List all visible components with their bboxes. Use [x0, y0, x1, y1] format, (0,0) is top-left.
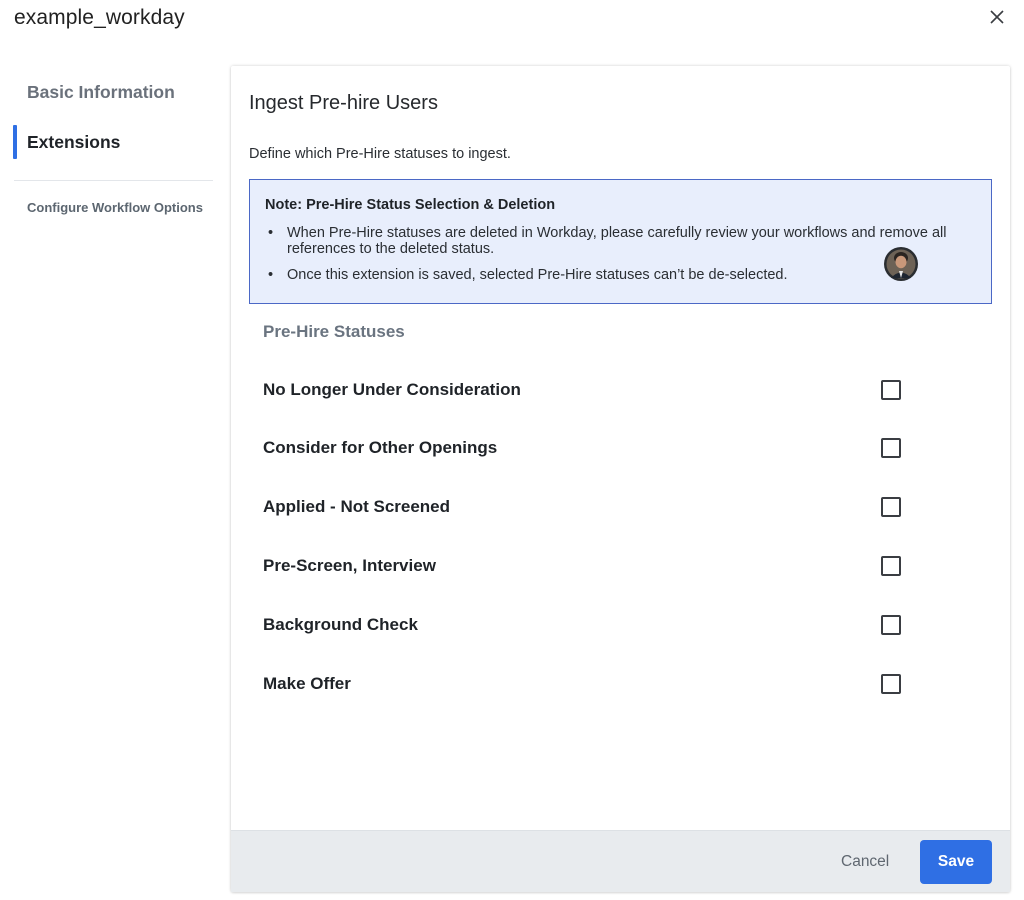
- status-row: Consider for Other Openings: [263, 433, 903, 463]
- panel-footer: Cancel Save: [231, 830, 1010, 892]
- sidebar-item-label: Extensions: [27, 132, 121, 152]
- close-button[interactable]: [984, 4, 1010, 30]
- status-checkbox[interactable]: [881, 497, 901, 517]
- note-list: When Pre-Hire statuses are deleted in Wo…: [265, 225, 955, 283]
- avatar[interactable]: [883, 246, 919, 282]
- status-row: Applied - Not Screened: [263, 492, 903, 522]
- configure-workflow-options-link[interactable]: Configure Workflow Options: [27, 200, 203, 215]
- status-row: Make Offer: [263, 669, 903, 699]
- sidebar-item-extensions[interactable]: Extensions: [0, 125, 121, 159]
- note-bullet: Once this extension is saved, selected P…: [265, 267, 955, 283]
- panel-description: Define which Pre-Hire statuses to ingest…: [249, 146, 511, 162]
- status-checkbox[interactable]: [881, 615, 901, 635]
- sidebar-item-basic-information[interactable]: Basic Information: [0, 82, 175, 103]
- note-title: Note: Pre-Hire Status Selection & Deleti…: [265, 197, 556, 213]
- status-label: Pre-Screen, Interview: [263, 556, 436, 575]
- window-title: example_workday: [14, 6, 185, 29]
- status-label: Consider for Other Openings: [263, 438, 498, 457]
- status-checkbox[interactable]: [881, 674, 901, 694]
- status-row: No Longer Under Consideration: [263, 375, 903, 405]
- status-label: Background Check: [263, 615, 418, 634]
- sidebar-divider: [14, 180, 213, 181]
- close-icon: [990, 10, 1004, 24]
- sidebar-item-label: Basic Information: [27, 82, 175, 102]
- status-label: Applied - Not Screened: [263, 497, 451, 516]
- statuses-heading: Pre-Hire Statuses: [263, 322, 405, 341]
- status-label: No Longer Under Consideration: [263, 380, 521, 399]
- status-row: Pre-Screen, Interview: [263, 551, 903, 581]
- status-checkbox[interactable]: [881, 438, 901, 458]
- note-box: Note: Pre-Hire Status Selection & Deleti…: [249, 179, 992, 304]
- cancel-button[interactable]: Cancel: [841, 853, 889, 871]
- note-bullet: When Pre-Hire statuses are deleted in Wo…: [265, 225, 955, 257]
- extension-panel: Ingest Pre-hire Users Define which Pre-H…: [231, 66, 1010, 892]
- status-label: Make Offer: [263, 674, 351, 693]
- save-button[interactable]: Save: [920, 840, 992, 884]
- status-checkbox[interactable]: [881, 380, 901, 400]
- active-indicator: [13, 125, 17, 159]
- panel-title: Ingest Pre-hire Users: [249, 92, 438, 114]
- status-checkbox[interactable]: [881, 556, 901, 576]
- status-row: Background Check: [263, 610, 903, 640]
